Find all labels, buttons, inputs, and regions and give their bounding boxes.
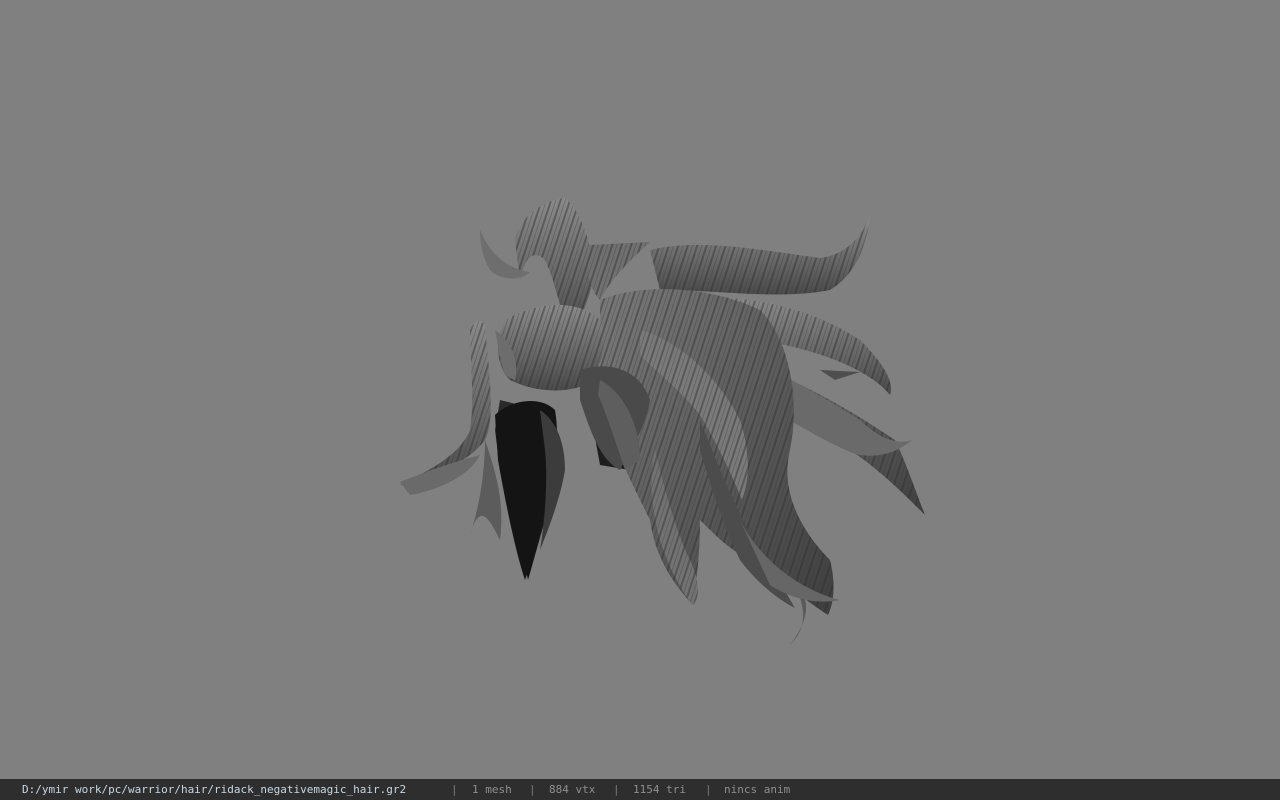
- model-viewer-window: D:/ymir work/pc/warrior/hair/ridack_nega…: [0, 0, 1280, 800]
- status-separator: |: [705, 783, 712, 796]
- status-separator: |: [451, 783, 458, 796]
- hair-model[interactable]: [0, 0, 1280, 779]
- triangle-count-label: 1154 tri: [633, 783, 686, 796]
- animation-status-label: nincs anim: [724, 783, 791, 796]
- 3d-viewport[interactable]: [0, 0, 1280, 779]
- file-path-label: D:/ymir work/pc/warrior/hair/ridack_nega…: [22, 783, 407, 796]
- status-separator: |: [529, 783, 536, 796]
- mesh-count-label: 1 mesh: [472, 783, 512, 796]
- vertex-count-label: 884 vtx: [549, 783, 596, 796]
- status-bar: D:/ymir work/pc/warrior/hair/ridack_nega…: [0, 779, 1280, 800]
- status-separator: |: [613, 783, 620, 796]
